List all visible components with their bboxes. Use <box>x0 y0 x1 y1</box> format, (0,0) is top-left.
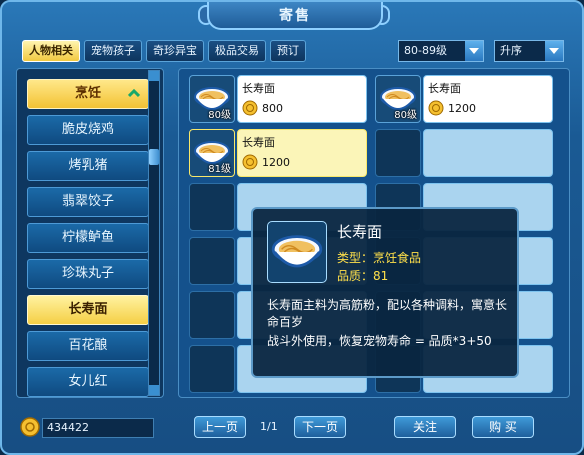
listing-info: 长寿面 800 <box>237 75 367 123</box>
item-icon-frame: 81级 <box>189 129 235 177</box>
tab-reserve[interactable]: 预订 <box>270 40 306 62</box>
category-tabs: 人物相关 宠物孩子 奇珍异宝 极品交易 预订 <box>22 40 306 62</box>
tooltip-icon-frame <box>267 221 327 283</box>
item-icon-frame <box>189 183 235 231</box>
window-title: 寄售 <box>279 8 311 24</box>
sort-value: 升序 <box>500 44 522 57</box>
scroll-thumb[interactable] <box>149 149 159 165</box>
item-level: 80级 <box>394 110 417 121</box>
category-item[interactable]: 烤乳猪 <box>27 151 149 181</box>
item-level: 80级 <box>208 110 231 121</box>
tab-character[interactable]: 人物相关 <box>22 40 80 62</box>
tooltip-item-name: 长寿面 <box>337 223 383 241</box>
category-header-cooking[interactable]: 烹饪 <box>27 79 149 109</box>
coin-icon <box>20 417 40 437</box>
item-icon-frame <box>189 291 235 339</box>
category-item[interactable]: 珍珠丸子 <box>27 259 149 289</box>
category-header-label: 烹饪 <box>74 86 101 101</box>
window-title-plate: 寄售 <box>207 2 383 30</box>
item-name: 长寿面 <box>242 82 275 95</box>
coin-icon <box>242 154 258 170</box>
category-item[interactable]: 女儿红 <box>27 367 149 397</box>
noodle-bowl-icon <box>271 235 323 268</box>
category-item[interactable]: 柠檬鲈鱼 <box>27 223 149 253</box>
item-price: 1200 <box>262 156 290 169</box>
category-item[interactable]: 翡翠饺子 <box>27 187 149 217</box>
item-icon-frame <box>189 345 235 393</box>
follow-button[interactable]: 关注 <box>394 416 456 438</box>
chevron-up-icon <box>128 88 140 98</box>
item-level: 81级 <box>208 164 231 175</box>
category-panel: 烹饪 脆皮烧鸡 烤乳猪 翡翠饺子 柠檬鲈鱼 珍珠丸子 长寿面 百花酿 女儿红 <box>16 68 164 398</box>
item-icon-frame <box>375 129 421 177</box>
tooltip-item-type: 类型：烹饪食品 <box>337 251 422 265</box>
page-indicator: 1/1 <box>260 420 278 433</box>
chevron-down-icon <box>545 41 563 61</box>
item-price: 800 <box>262 102 283 115</box>
consignment-window: 寄售 人物相关 宠物孩子 奇珍异宝 极品交易 预订 80-89级 升序 烹饪 脆… <box>0 0 584 455</box>
item-price: 1200 <box>448 102 476 115</box>
category-item-selected[interactable]: 长寿面 <box>27 295 149 325</box>
buy-button[interactable]: 购 买 <box>472 416 534 438</box>
coin-icon <box>428 100 444 116</box>
category-item[interactable]: 脆皮烧鸡 <box>27 115 149 145</box>
scroll-up-icon[interactable] <box>149 71 159 81</box>
tab-treasures[interactable]: 奇珍异宝 <box>146 40 204 62</box>
item-tooltip: 长寿面 类型：烹饪食品 品质：81 长寿面主料为高筋粉，配以各种调料，寓意长命百… <box>251 207 519 378</box>
category-scrollbar[interactable] <box>148 70 160 396</box>
prev-page-button[interactable]: 上一页 <box>194 416 246 438</box>
tab-premium-trade[interactable]: 极品交易 <box>208 40 266 62</box>
tab-pets[interactable]: 宠物孩子 <box>84 40 142 62</box>
listing-info: 长寿面 1200 <box>423 75 553 123</box>
category-item[interactable]: 百花酿 <box>27 331 149 361</box>
sort-select[interactable]: 升序 <box>494 40 564 62</box>
scroll-down-icon[interactable] <box>149 385 159 395</box>
level-filter-select[interactable]: 80-89级 <box>398 40 484 62</box>
tooltip-item-quality: 品质：81 <box>337 269 389 283</box>
item-name: 长寿面 <box>242 136 275 149</box>
item-icon-frame: 80级 <box>189 75 235 123</box>
level-filter-value: 80-89级 <box>404 44 447 57</box>
money-display: 434422 <box>42 418 154 438</box>
coin-icon <box>242 100 258 116</box>
listing-info <box>423 129 553 177</box>
tooltip-description: 长寿面主料为高筋粉，配以各种调料，寓意长命百岁 <box>267 298 508 329</box>
item-name: 长寿面 <box>428 82 461 95</box>
item-icon-frame: 80级 <box>375 75 421 123</box>
chevron-down-icon <box>465 41 483 61</box>
listing-info: 长寿面 1200 <box>237 129 367 177</box>
next-page-button[interactable]: 下一页 <box>294 416 346 438</box>
item-icon-frame <box>189 237 235 285</box>
tooltip-usage: 战斗外使用，恢复宠物寿命 = 品质*3+50 <box>267 334 492 348</box>
